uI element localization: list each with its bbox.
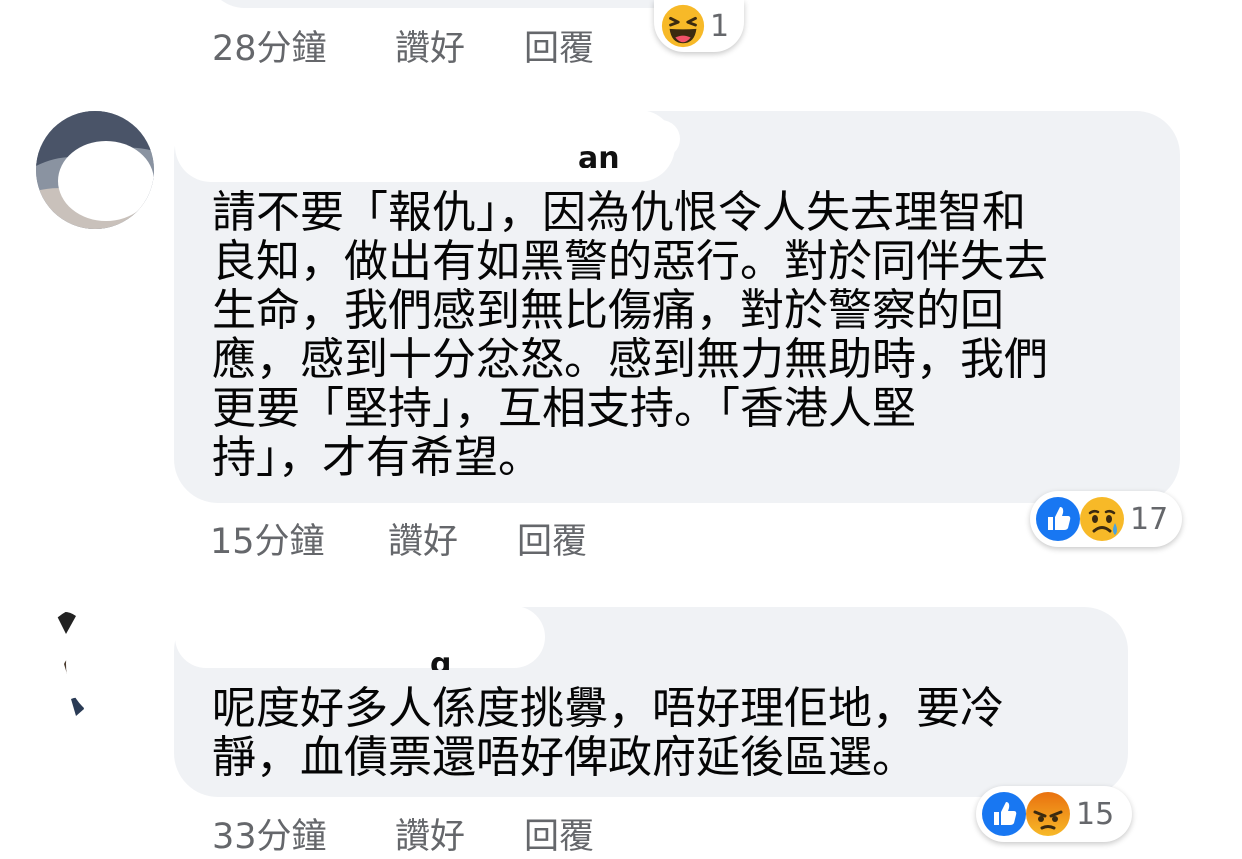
haha-icon xyxy=(661,4,705,48)
like-icon xyxy=(982,792,1026,836)
comment-text: 呢度好多人係度挑釁，唔好理佢地，要冷 靜，血債票還唔好俾政府延後區選。 xyxy=(212,683,1004,783)
reaction-summary[interactable]: 15 xyxy=(976,786,1132,842)
angry-icon xyxy=(1026,792,1070,836)
like-icon xyxy=(1036,497,1080,541)
reply-button[interactable]: 回覆 xyxy=(524,808,594,859)
author-name[interactable]: an xyxy=(578,144,620,168)
comment-meta: 28分鐘 讚好 回覆 xyxy=(212,20,612,69)
avatar-image xyxy=(36,604,154,722)
reaction-count: 15 xyxy=(1076,796,1115,832)
avatar-image xyxy=(36,111,154,229)
like-button[interactable]: 讚好 xyxy=(395,808,465,859)
comment-meta: 15分鐘 讚好 回覆 xyxy=(210,513,630,562)
reply-button[interactable]: 回覆 xyxy=(524,20,594,71)
avatar[interactable] xyxy=(36,111,154,229)
timestamp[interactable]: 15分鐘 xyxy=(210,513,325,564)
timestamp[interactable]: 28分鐘 xyxy=(212,20,327,71)
author-name-redaction xyxy=(380,120,680,158)
reaction-summary[interactable]: 1 xyxy=(654,0,744,52)
author-name[interactable]: g xyxy=(430,650,451,670)
reply-button[interactable]: 回覆 xyxy=(517,513,587,564)
reaction-count: 17 xyxy=(1130,501,1169,537)
sad-icon xyxy=(1080,497,1124,541)
comment-text: 請不要「報仇」，因為仇恨令人失去理智和 良知，做出有如黑警的惡行。對於同伴失去 … xyxy=(212,187,1048,483)
avatar[interactable] xyxy=(36,604,154,722)
reaction-count: 1 xyxy=(710,8,730,44)
author-name-redaction xyxy=(175,606,545,668)
like-button[interactable]: 讚好 xyxy=(388,513,458,564)
timestamp[interactable]: 33分鐘 xyxy=(212,808,327,859)
comment-meta: 33分鐘 讚好 回覆 xyxy=(212,808,632,857)
reaction-summary[interactable]: 17 xyxy=(1030,491,1182,547)
like-button[interactable]: 讚好 xyxy=(395,20,465,71)
